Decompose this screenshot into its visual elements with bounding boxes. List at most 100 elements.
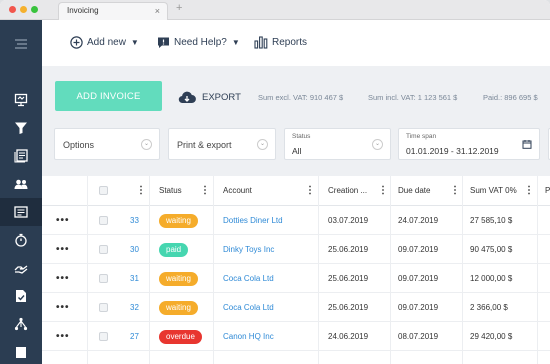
sidebar-item-filter[interactable] — [0, 114, 42, 142]
sidebar-item-presentation[interactable] — [0, 86, 42, 114]
invoice-icon — [14, 206, 28, 218]
app-window: Invoicing × + Add new ▼ Need Help? ▼ Rep… — [0, 0, 550, 364]
column-menu-icon[interactable]: ⋮ — [524, 176, 534, 206]
row-checkbox[interactable] — [99, 332, 108, 341]
column-menu-icon[interactable]: ⋮ — [378, 176, 388, 206]
add-invoice-button[interactable]: ADD INVOICE — [55, 81, 162, 111]
account-link[interactable]: Canon HQ Inc — [223, 322, 274, 351]
sidebar-item-more[interactable] — [0, 338, 42, 364]
invoice-number-link[interactable]: 30 — [130, 235, 139, 264]
invoice-number-link[interactable]: 33 — [130, 206, 139, 235]
need-help-menu[interactable]: Need Help? ▼ — [157, 36, 240, 49]
sidebar-item-invoicing[interactable] — [0, 198, 42, 226]
tab-close-icon[interactable]: × — [155, 3, 160, 19]
column-menu-icon[interactable]: ⋮ — [200, 176, 210, 206]
close-window-button[interactable] — [9, 6, 16, 13]
row-checkbox[interactable] — [99, 303, 108, 312]
status-badge: waiting — [159, 272, 198, 286]
account-link[interactable]: Dotties Diner Ltd — [223, 206, 283, 235]
due-date: 09.07.2019 — [398, 245, 439, 254]
column-menu-icon[interactable]: ⋮ — [136, 176, 146, 206]
creation-date: 03.07.2019 — [328, 216, 369, 225]
chevron-down-icon: ⌄ — [372, 139, 383, 150]
export-label: EXPORT — [202, 92, 241, 103]
users-icon — [14, 179, 28, 189]
column-menu-icon[interactable]: ⋮ — [305, 176, 315, 206]
table-row[interactable]: ••• 32 waiting Coca Cola Ltd 25.06.2019 09.07… — [42, 293, 550, 322]
row-checkbox[interactable] — [99, 245, 108, 254]
status-badge: waiting — [159, 301, 198, 315]
hamburger-menu-button[interactable] — [0, 30, 42, 58]
chevron-down-icon: ▼ — [130, 38, 139, 47]
funnel-icon — [15, 122, 27, 134]
row-actions-icon[interactable]: ••• — [56, 206, 70, 235]
row-actions-icon[interactable]: ••• — [56, 293, 70, 322]
calendar-icon[interactable] — [522, 139, 532, 149]
invoice-number-link[interactable]: 31 — [130, 264, 139, 293]
status-select[interactable]: Status All ⌄ — [284, 128, 391, 160]
print-export-dropdown[interactable]: Print & export ⌄ — [168, 128, 276, 160]
options-label: Options — [63, 140, 95, 150]
sidebar-item-deals[interactable] — [0, 254, 42, 282]
table-row[interactable]: ••• 30 paid Dinky Toys Inc 25.06.2019 09.07.2… — [42, 235, 550, 264]
top-bar: Add new ▼ Need Help? ▼ Reports — [42, 20, 550, 66]
add-new-menu[interactable]: Add new ▼ — [70, 36, 139, 49]
invoice-number-link[interactable]: 27 — [130, 322, 139, 351]
bar-chart-icon — [254, 36, 268, 49]
select-all-checkbox[interactable] — [99, 186, 108, 195]
column-header-due-date[interactable]: Due date — [398, 176, 430, 206]
invoice-table: ⋮ Status ⋮ Account ⋮ Creation ... ⋮ Due … — [42, 176, 550, 364]
account-link[interactable]: Coca Cola Ltd — [223, 293, 274, 322]
sidebar-item-documents[interactable] — [0, 142, 42, 170]
row-actions-icon[interactable]: ••• — [56, 235, 70, 264]
browser-chrome: Invoicing × + — [0, 0, 550, 20]
time-span-label: Time span — [406, 133, 437, 140]
reports-link[interactable]: Reports — [254, 36, 307, 49]
chevron-down-icon: ▼ — [231, 38, 240, 47]
column-header-partial[interactable]: P — [545, 176, 550, 206]
account-link[interactable]: Dinky Toys Inc — [223, 235, 274, 264]
column-header-creation-date[interactable]: Creation ... — [328, 176, 367, 206]
table-row[interactable]: ••• 33 waiting Dotties Diner Ltd 03.07.2019 2… — [42, 206, 550, 235]
table-header: ⋮ Status ⋮ Account ⋮ Creation ... ⋮ Due … — [42, 176, 550, 206]
reports-label: Reports — [272, 37, 308, 48]
sidebar-item-contacts[interactable] — [0, 170, 42, 198]
sum-incl-vat: Sum incl. VAT: 1 123 561 $ — [368, 93, 458, 102]
sidebar-item-timer[interactable] — [0, 226, 42, 254]
hierarchy-icon — [14, 317, 28, 331]
row-checkbox[interactable] — [99, 216, 108, 225]
status-badge: overdue — [159, 330, 202, 344]
creation-date: 25.06.2019 — [328, 303, 369, 312]
tab-title: Invoicing — [67, 6, 99, 15]
hamburger-icon — [15, 39, 27, 49]
row-actions-icon[interactable]: ••• — [56, 322, 70, 351]
table-row[interactable]: ••• 27 overdue Canon HQ Inc 24.06.2019 08.07.… — [42, 322, 550, 351]
column-menu-icon[interactable]: ⋮ — [450, 176, 460, 206]
column-header-account[interactable]: Account — [223, 176, 252, 206]
sum-paid: Paid.: 896 695 $ — [483, 93, 538, 102]
column-header-status[interactable]: Status — [159, 176, 182, 206]
row-checkbox[interactable] — [99, 274, 108, 283]
new-tab-icon[interactable]: + — [176, 2, 182, 14]
due-date: 24.07.2019 — [398, 216, 439, 225]
column-header-sum-vat[interactable]: Sum VAT 0% — [470, 176, 517, 206]
browser-tab[interactable]: Invoicing × — [58, 2, 168, 20]
sidebar-item-approved-documents[interactable] — [0, 282, 42, 310]
sidebar — [0, 20, 42, 364]
document-check-icon — [16, 290, 26, 302]
table-row[interactable]: ••• 31 waiting Coca Cola Ltd 25.06.2019 09.07… — [42, 264, 550, 293]
account-link[interactable]: Coca Cola Ltd — [223, 264, 274, 293]
options-dropdown[interactable]: Options ⌄ — [54, 128, 160, 160]
print-export-label: Print & export — [177, 140, 232, 150]
maximize-window-button[interactable] — [31, 6, 38, 13]
invoice-number-link[interactable]: 32 — [130, 293, 139, 322]
time-span-picker[interactable]: Time span 01.01.2019 - 31.12.2019 — [398, 128, 540, 160]
row-actions-icon[interactable]: ••• — [56, 264, 70, 293]
due-date: 08.07.2019 — [398, 332, 439, 341]
sidebar-item-organization[interactable] — [0, 310, 42, 338]
presentation-icon — [14, 93, 28, 107]
minimize-window-button[interactable] — [20, 6, 27, 13]
export-button[interactable]: EXPORT — [178, 91, 241, 104]
sum-vat-value: 12 000,00 $ — [470, 274, 513, 283]
main-content: ADD INVOICE EXPORT Sum excl. VAT: 910 46… — [42, 66, 550, 364]
